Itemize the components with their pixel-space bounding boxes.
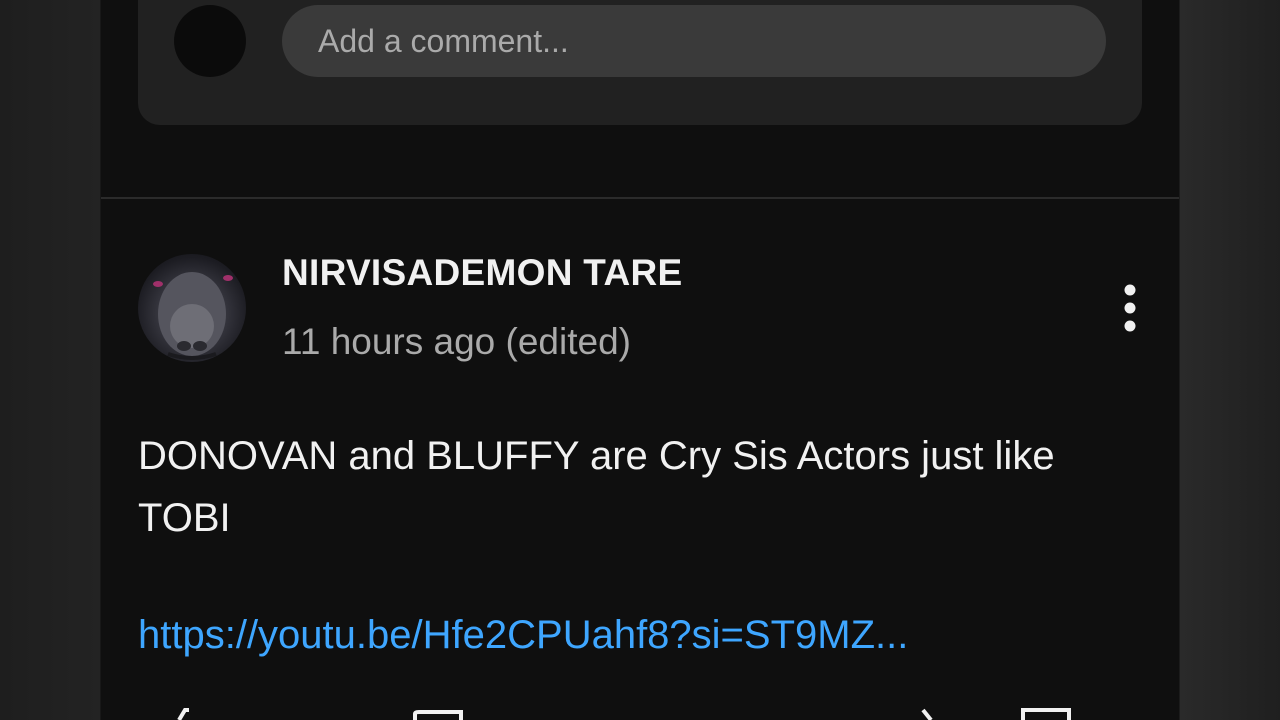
comment-timestamp: 11 hours ago (edited): [282, 321, 631, 362]
comment-author[interactable]: NIRVISADEMON TARE: [282, 252, 682, 294]
avatar-face-image: [153, 272, 233, 360]
more-vert-icon: [1124, 284, 1136, 332]
screen-frame: NIRVISADEMON TARE 11 hours ago (edited) …: [0, 0, 1280, 720]
comments-panel: NIRVISADEMON TARE 11 hours ago (edited) …: [101, 0, 1179, 720]
share-icon[interactable]: [917, 700, 947, 720]
comment-link[interactable]: https://youtu.be/Hfe2CPUahf8?si=ST9MZ...: [138, 613, 908, 658]
comment-action-bar: [101, 700, 1179, 720]
divider: [101, 197, 1179, 199]
user-avatar[interactable]: [174, 5, 246, 77]
add-comment-input[interactable]: [282, 5, 1106, 77]
dislike-icon[interactable]: [411, 700, 467, 720]
like-icon[interactable]: [159, 700, 199, 720]
more-options-button[interactable]: [1109, 280, 1151, 336]
comment-body: DONOVAN and BLUFFY are Cry Sis Actors ju…: [138, 434, 1055, 540]
reply-icon[interactable]: [1019, 700, 1073, 720]
commenter-avatar[interactable]: [138, 254, 246, 362]
comment-composer: [138, 0, 1142, 125]
